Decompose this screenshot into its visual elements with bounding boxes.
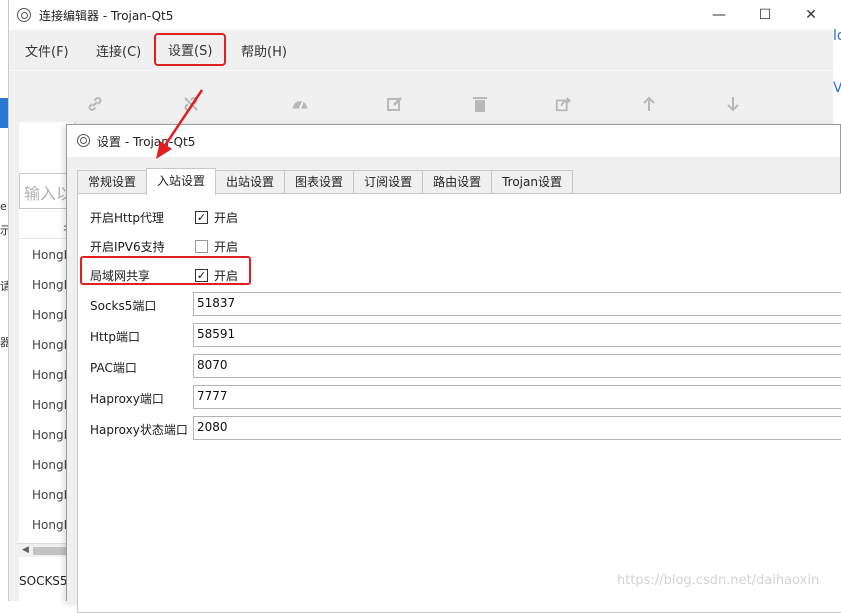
background-text-fragment: lo — [833, 28, 841, 44]
inbound-settings-panel: 开启Http代理 ✓ 开启 开启IPV6支持 开启 局域网共享 ✓ 开启 Soc… — [77, 193, 841, 613]
scroll-left-icon[interactable]: ◀ — [22, 545, 29, 555]
share-icon[interactable] — [555, 95, 573, 113]
lan-share-highlight — [80, 256, 251, 285]
haproxy-status-port-label: Haproxy状态端口 — [90, 423, 188, 437]
pac-port-label: PAC端口 — [90, 361, 137, 375]
link-icon[interactable] — [86, 95, 104, 113]
trojan-app-icon — [77, 134, 90, 147]
trojan-app-icon — [17, 8, 31, 22]
tab-outbound[interactable]: 出站设置 — [215, 170, 286, 194]
menu-settings[interactable]: 设置(S) — [153, 33, 227, 66]
checkbox-unchecked-icon[interactable] — [195, 240, 208, 253]
tab-trojan[interactable]: Trojan设置 — [491, 170, 573, 194]
checkbox-option-label: 开启 — [214, 240, 239, 254]
maximize-button[interactable]: ☐ — [742, 0, 788, 30]
main-titlebar: 连接编辑器 - Trojan-Qt5 — ☐ ✕ — [9, 0, 833, 30]
arrow-down-icon[interactable] — [724, 95, 742, 113]
menu-help[interactable]: 帮助(H) — [241, 41, 287, 60]
tab-routing[interactable]: 路由设置 — [422, 170, 493, 194]
background-selection-bar — [0, 98, 8, 128]
speedometer-icon[interactable] — [291, 95, 309, 113]
http-port-input[interactable]: 58591 — [193, 323, 841, 347]
close-button[interactable]: ✕ — [788, 0, 834, 30]
background-text-fragment: e — [0, 200, 7, 213]
haproxy-status-port-input[interactable]: 2080 — [193, 416, 841, 440]
window-title: 连接编辑器 - Trojan-Qt5 — [39, 9, 174, 23]
arrow-up-icon[interactable] — [640, 95, 658, 113]
ipv6-support-label: 开启IPV6支持 — [90, 240, 165, 254]
checkbox-option-label: 开启 — [214, 211, 239, 225]
toolbar — [9, 70, 833, 122]
http-proxy-checkbox[interactable]: ✓ 开启 — [195, 209, 238, 226]
socks5-port-input[interactable]: 51837 — [193, 292, 841, 316]
checkbox-checked-icon[interactable]: ✓ — [195, 211, 208, 224]
background-window-right: lo V — [833, 0, 841, 130]
http-proxy-label: 开启Http代理 — [90, 211, 165, 225]
tab-chart[interactable]: 图表设置 — [284, 170, 355, 194]
haproxy-port-label: Haproxy端口 — [90, 392, 164, 406]
socks5-port-label: Socks5端口 — [90, 299, 157, 313]
haproxy-port-input[interactable]: 7777 — [193, 385, 841, 409]
annotation-arrow — [156, 89, 204, 159]
settings-dialog: 设置 - Trojan-Qt5 常规设置 入站设置 出站设置 图表设置 订阅设置… — [66, 124, 841, 613]
status-protocol: SOCKS5 — [19, 574, 68, 588]
tab-subscription[interactable]: 订阅设置 — [353, 170, 424, 194]
dialog-body: 常规设置 入站设置 出站设置 图表设置 订阅设置 路由设置 Trojan设置 开… — [67, 157, 841, 613]
menu-connection[interactable]: 连接(C) — [96, 41, 141, 60]
tab-inbound[interactable]: 入站设置 — [146, 168, 217, 195]
ipv6-support-checkbox[interactable]: 开启 — [195, 238, 238, 255]
tab-general[interactable]: 常规设置 — [77, 170, 148, 194]
http-port-label: Http端口 — [90, 330, 141, 344]
watermark: https://blog.csdn.net/daihaoxin — [617, 573, 820, 588]
settings-tabs: 常规设置 入站设置 出站设置 图表设置 订阅设置 路由设置 Trojan设置 — [77, 168, 573, 195]
minimize-button[interactable]: — — [696, 0, 742, 30]
menu-file[interactable]: 文件(F) — [25, 41, 69, 60]
edit-icon[interactable] — [386, 95, 404, 113]
trash-icon[interactable] — [471, 95, 489, 113]
menu-bar: 文件(F) 连接(C) 设置(S) 帮助(H) — [9, 30, 833, 70]
background-text-fragment: V — [833, 80, 841, 96]
pac-port-input[interactable]: 8070 — [193, 354, 841, 378]
